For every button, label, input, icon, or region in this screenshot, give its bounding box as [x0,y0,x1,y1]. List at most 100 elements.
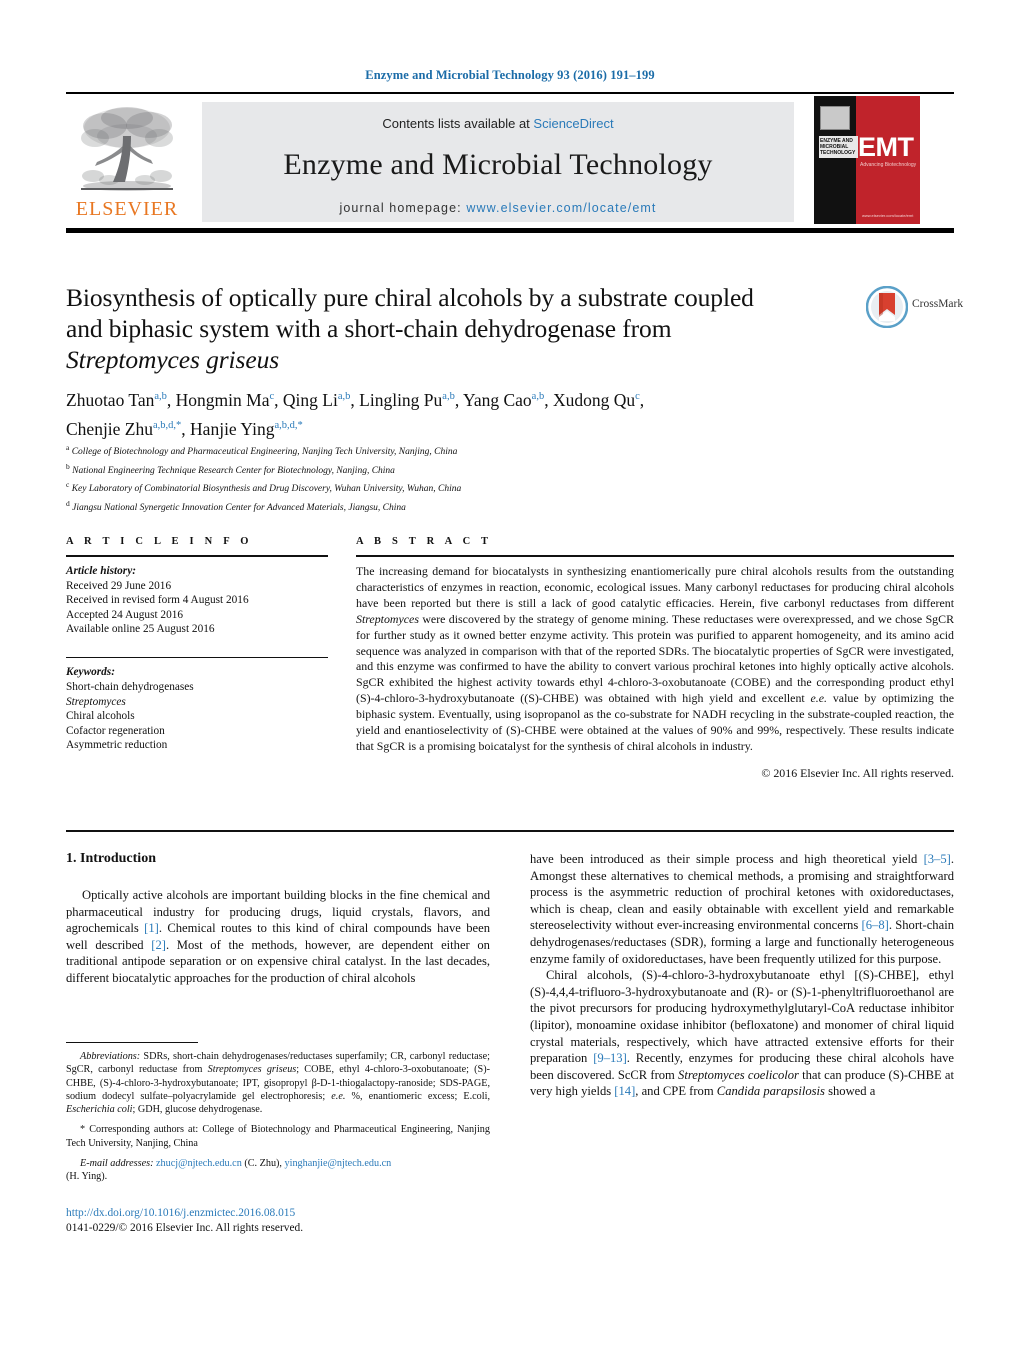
abbrev-ee: e.e. [331,1090,346,1102]
citation-1[interactable]: [1] [144,921,159,935]
citation-3-5[interactable]: [3–5] [924,852,951,866]
keyword-3: Cofactor regeneration [66,724,165,737]
history-item-online: Available online 25 August 2016 [66,623,215,636]
abstract-section: A B S T R A C T The increasing demand fo… [356,536,954,781]
cover-subtitle: Advancing Biotechnology [860,162,917,168]
keyword-1: Streptomyces [66,695,126,708]
title-line-2: and biphasic system with a short-chain d… [66,314,672,343]
abstract-italic-2: e.e. [810,691,828,706]
article-info-rule [66,555,328,557]
crossmark-badge[interactable]: CrossMark [866,286,964,330]
email-owner-1: (C. Zhu), [241,1158,285,1170]
email-label: E-mail addresses: [80,1158,154,1170]
affiliation-a-text: College of Biotechnology and Pharmaceuti… [71,447,458,458]
introduction-heading: 1. Introduction [66,851,156,866]
contents-line: Contents lists available at ScienceDirec… [202,102,794,131]
crossmark-label: CrossMark [912,298,964,310]
keywords-label: Keywords: [66,666,115,679]
abbreviations-label: Abbreviations: [80,1051,141,1062]
cover-acronym: EMT [858,132,914,162]
abstract-italic-1: Streptomyces [356,611,419,626]
affiliation-d: d Jiangsu National Synergetic Innovation… [66,498,406,513]
intro-paragraph-right-1: have been introduced as their simple pro… [530,851,954,967]
masthead-top-rule [66,92,954,94]
email-link-2[interactable]: yinghanjie@njtech.edu.cn [285,1158,392,1169]
abbrev-species-1: Streptomyces griseus [207,1064,297,1076]
sciencedirect-link[interactable]: ScienceDirect [533,116,613,131]
title-line-3-species: Streptomyces griseus [66,345,280,374]
masthead-bottom-rule [66,228,954,233]
body-column-left: 1. Introduction Optically active alcohol… [66,851,490,987]
intro-right2-d: , and CPE from [635,1084,717,1099]
journal-banner: Contents lists available at ScienceDirec… [202,102,794,222]
keywords-rule [66,656,328,659]
citation-2[interactable]: [2] [151,938,166,952]
abstract-text: The increasing demand for biocatalysts i… [356,564,954,755]
citation-6-8[interactable]: [6–8] [862,918,889,932]
crossmark-icon [866,286,908,328]
abstract-copyright: © 2016 Elsevier Inc. All rights reserved… [761,765,954,780]
abstract-part-1: The increasing demand for biocatalysts i… [356,564,954,610]
elsevier-wordmark: ELSEVIER [75,198,179,220]
journal-cover-thumbnail: ENZYME AND MICROBIAL TECHNOLOGY EMT Adva… [814,96,920,224]
history-item-received: Received 29 June 2016 [66,579,172,592]
doi-link[interactable]: http://dx.doi.org/10.1016/j.enzmictec.20… [66,1206,490,1221]
history-item-accepted: Accepted 24 August 2016 [66,608,184,621]
affiliation-list: a College of Biotechnology and Pharmaceu… [66,441,866,515]
elsevier-logo: ELSEVIER [66,102,188,224]
article-history-label: Article history: [66,565,136,577]
keyword-4: Asymmetric reduction [66,739,168,752]
footnote-spacer [66,1116,490,1123]
abstract-heading: A B S T R A C T [356,536,493,547]
intro-right2-e: showed a [824,1084,876,1099]
author-list: Zhuotao Tana,b, Hongmin Mac, Qing Lia,b,… [66,389,645,439]
affiliation-b: b National Engineering Technique Researc… [66,461,395,476]
keyword-2: Chiral alcohols [66,710,135,723]
abbrev-d: ; GDH, glucose dehydrogenase. [132,1104,263,1116]
homepage-prefix: journal homepage: [339,201,467,215]
journal-homepage-link[interactable]: www.elsevier.com/locate/emt [466,201,656,215]
affiliation-c: c Key Laboratory of Combinatorial Biosyn… [66,480,462,495]
journal-masthead: ELSEVIER Contents lists available at Sci… [66,92,954,238]
keywords-block: Keywords: Short-chain dehydrogenases Str… [66,665,328,753]
article-info-section: A R T I C L E I N F O Article history: R… [66,536,328,753]
abbrev-c: %, enantiomeric excess; E.coli, [345,1090,490,1102]
species-streptomyces-coelicolor: Streptomyces coelicolor [678,1067,799,1082]
footer-block: http://dx.doi.org/10.1016/j.enzmictec.20… [66,1206,490,1236]
abbreviations-note: Abbreviations: SDRs, short-chain dehydro… [66,1050,490,1116]
email-note: E-mail addresses: zhucj@njtech.edu.cn (C… [66,1157,490,1184]
journal-title: Enzyme and Microbial Technology [283,148,713,181]
species-candida-parapsilosis: Candida parapsilosis [716,1084,825,1099]
title-block: Biosynthesis of optically pure chiral al… [66,282,856,375]
citation-14[interactable]: [14] [614,1084,635,1098]
abbrev-species-2: Escherichia coli [66,1104,133,1116]
article-info-heading: A R T I C L E I N F O [66,536,253,547]
paper-page: Enzyme and Microbial Technology 93 (2016… [0,0,1020,1351]
abstract-rule [356,555,954,557]
intro-paragraph-left: Optically active alcohols are important … [66,887,490,987]
contents-prefix: Contents lists available at [382,116,534,131]
citation-9-13[interactable]: [9–13] [593,1051,627,1065]
affiliation-b-text: National Engineering Technique Research … [72,465,395,476]
article-history: Article history: Received 29 June 2016 R… [66,564,328,637]
affiliation-c-text: Key Laboratory of Combinatorial Biosynth… [71,484,462,495]
affiliation-a: a College of Biotechnology and Pharmaceu… [66,443,458,458]
issn-copyright: 0141-0229/© 2016 Elsevier Inc. All right… [66,1222,304,1234]
corresponding-author-note: * Corresponding authors at: College of B… [66,1124,490,1149]
body-column-right: have been introduced as their simple pro… [530,851,954,1100]
email-owner-2: (H. Ying). [66,1171,108,1183]
footnote-section: Abbreviations: SDRs, short-chain dehydro… [66,1042,490,1184]
cover-stamp-icon [820,106,850,130]
intro-paragraph-right-2: Chiral alcohols, (S)-4-chloro-3-hydroxyb… [530,967,954,1100]
page-title: Biosynthesis of optically pure chiral al… [66,282,856,375]
running-head: Enzyme and Microbial Technology 93 (2016… [365,68,655,82]
journal-homepage-line: journal homepage: www.elsevier.com/locat… [202,201,794,215]
intro-right-a: have been introduced as their simple pro… [530,852,924,866]
affiliation-d-text: Jiangsu National Synergetic Innovation C… [72,502,406,513]
body-separator-rule [66,830,954,832]
email-link-1[interactable]: zhucj@njtech.edu.cn [156,1158,242,1169]
cover-journal-name: ENZYME AND MICROBIAL TECHNOLOGY [819,136,858,158]
history-item-revised: Received in revised form 4 August 2016 [66,594,249,607]
footnote-spacer-2 [66,1150,490,1157]
